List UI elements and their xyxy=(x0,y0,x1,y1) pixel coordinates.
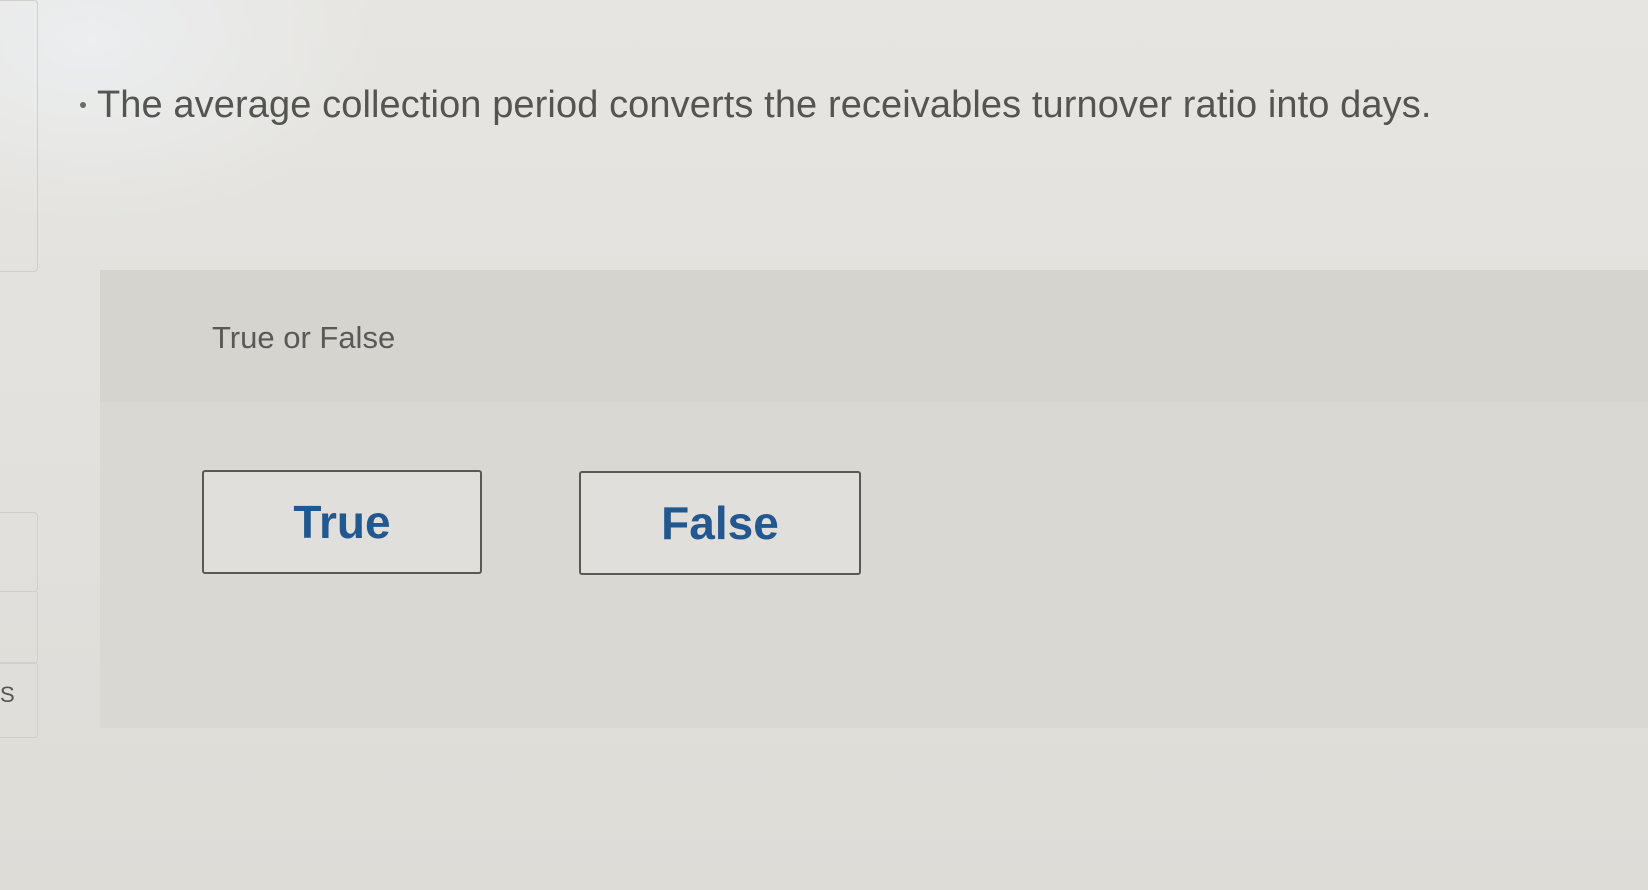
false-button[interactable]: False xyxy=(579,471,861,575)
left-panel-segment xyxy=(0,512,38,592)
question-type-label: True or False xyxy=(212,320,396,355)
left-panel-segment xyxy=(0,590,38,664)
answer-panel: True or False True False xyxy=(100,270,1648,728)
left-panel-top xyxy=(0,0,38,272)
left-panel-partial-text: S xyxy=(0,682,14,707)
question-prompt: The average collection period converts t… xyxy=(80,84,1432,127)
question-text: The average collection period converts t… xyxy=(97,84,1432,126)
true-button[interactable]: True xyxy=(202,470,482,574)
bullet-icon xyxy=(80,101,86,108)
